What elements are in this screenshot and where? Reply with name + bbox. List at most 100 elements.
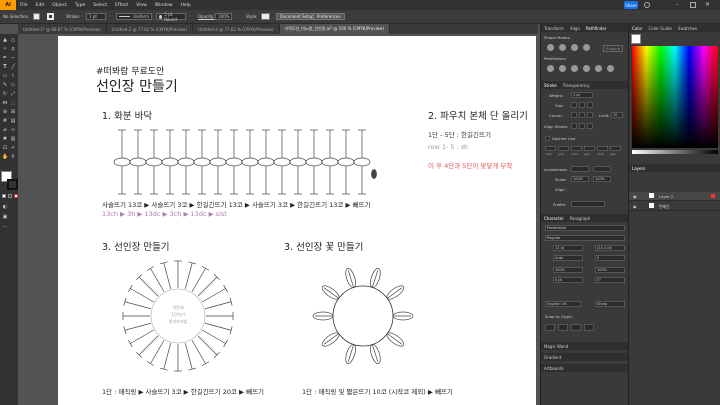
stroke-weight-field[interactable]: 1 pt (86, 13, 106, 20)
round-join-icon[interactable] (579, 112, 585, 118)
anti-aliasing-select[interactable]: Sharp (595, 301, 625, 307)
gradient-tool-icon[interactable]: ▤ (10, 118, 16, 124)
fill-swatch[interactable] (33, 13, 40, 20)
round-cap-icon[interactable] (579, 102, 585, 108)
pencil-icon[interactable]: ✎ (2, 82, 8, 88)
expand-button[interactable]: Expand (603, 45, 624, 52)
artboards-panel-header[interactable]: Artboards (541, 364, 628, 372)
rectangle-tool-icon[interactable]: ▭ (2, 73, 8, 79)
divide-icon[interactable] (547, 65, 554, 72)
selection-tool-icon[interactable]: ▲ (2, 37, 8, 43)
rotate-icon[interactable]: ↻ (2, 91, 8, 97)
font-family-select[interactable]: Pretendard (545, 225, 625, 231)
gap-field-1[interactable] (558, 146, 569, 151)
tab-color[interactable]: Color (629, 26, 645, 31)
font-style-select[interactable]: Regular (545, 235, 625, 241)
align-outside-icon[interactable] (587, 123, 593, 129)
curvature-tool-icon[interactable]: ∼ (10, 55, 16, 61)
doc-tab-2[interactable]: Untitled-2 @ 77.62 % (CMYK/Preview) (107, 24, 193, 34)
grayscale-ramp[interactable] (632, 150, 718, 154)
screen-mode-icon[interactable]: ▣ (2, 214, 8, 220)
tab-pathfinder[interactable]: Pathfinder (583, 26, 610, 31)
slice-icon[interactable]: ⌿ (10, 145, 16, 151)
graph-tool-icon[interactable]: ▥ (10, 136, 16, 142)
gap-field-2[interactable] (584, 146, 595, 151)
kerning-field[interactable]: Auto (553, 255, 583, 261)
minimize-icon[interactable]: – (676, 2, 679, 8)
doc-tab-active[interactable]: 기적도안_미뇨원_선인장.ai* @ 100 % (CMYK/Preview) (279, 24, 391, 34)
dash-field-3[interactable] (597, 146, 608, 151)
eyedropper-icon[interactable]: ⌀ (2, 127, 8, 133)
tab-swatches[interactable]: Swatches (675, 26, 700, 31)
symbol-sprayer-icon[interactable]: ✱ (2, 136, 8, 142)
hand-tool-icon[interactable]: ✋ (2, 154, 8, 160)
dashed-checkbox[interactable] (545, 136, 550, 141)
opacity-field[interactable]: 100% (215, 13, 232, 20)
mesh-icon[interactable]: # (2, 118, 8, 124)
magic-wand-icon[interactable]: ✧ (2, 46, 8, 52)
artboard-tool-icon[interactable]: ⊡ (2, 145, 8, 151)
leading-field[interactable]: (14.4 pt) (595, 245, 625, 251)
doc-tab-1[interactable]: Untitled-1* @ 66.67 % (CMYK/Preview) (18, 24, 107, 34)
language-select[interactable]: English: UK (545, 301, 581, 307)
eye-icon[interactable]: ◉ (633, 194, 637, 199)
type-tool-icon[interactable]: T (2, 64, 8, 70)
menu-object[interactable]: Object (48, 3, 71, 8)
tab-color-guide[interactable]: Color Guide (645, 26, 674, 31)
baseline-shift-field[interactable]: 0 pt (553, 277, 583, 283)
default-colors-icon[interactable] (2, 194, 6, 198)
menu-view[interactable]: View (132, 3, 151, 8)
scale-start-field[interactable]: 100% (571, 176, 589, 182)
exclude-icon[interactable] (583, 44, 590, 51)
tab-transform[interactable]: Transform (541, 26, 567, 31)
color-fill-preview[interactable] (631, 34, 641, 44)
bevel-join-icon[interactable] (587, 112, 593, 118)
close-icon[interactable]: ✕ (705, 1, 710, 8)
arrowhead-end-select[interactable] (593, 166, 611, 172)
intersect-icon[interactable] (571, 44, 578, 51)
arrowhead-start-select[interactable] (571, 166, 589, 172)
variable-width-profile[interactable]: Uniform (116, 13, 152, 20)
blend-icon[interactable]: ∞ (10, 127, 16, 133)
magic-wand-panel-header[interactable]: Magic Wand (541, 342, 628, 350)
shape-builder-icon[interactable]: ⊕ (2, 109, 8, 115)
stroke-color-icon[interactable] (7, 179, 18, 190)
minus-back-icon[interactable] (607, 65, 614, 72)
font-size-field[interactable]: 12 pt (553, 245, 583, 251)
doc-tab-3[interactable]: Untitled-3 @ 77.62 % (CMYK/Preview) (193, 24, 280, 34)
stroke-swatch[interactable] (47, 13, 54, 20)
zoom-tool-icon[interactable]: ⚲ (10, 154, 16, 160)
snap-xheight-icon[interactable] (558, 324, 568, 331)
snap-bounds-icon[interactable] (571, 324, 581, 331)
artboard[interactable]: #떠봐람 무료도안 선인장 만들기 1. 화분 바닥 사슬뜨기 13코 ▶ 사슬… (58, 36, 536, 405)
brush-definition[interactable]: 5 pt. Round (156, 12, 186, 22)
menu-effect[interactable]: Effect (111, 3, 132, 8)
gap-field-3[interactable] (610, 146, 621, 151)
tab-layers[interactable]: Layers (629, 166, 648, 171)
color-spectrum[interactable] (632, 46, 718, 148)
tab-transparency[interactable]: Transparency (560, 83, 593, 88)
menu-window[interactable]: Window (151, 3, 177, 8)
eye-icon[interactable]: ◉ (633, 204, 637, 209)
dash-field-2[interactable] (571, 146, 582, 151)
outline-icon[interactable] (595, 65, 602, 72)
menu-file[interactable]: File (16, 3, 32, 8)
weight-field[interactable]: 1 pt (571, 92, 593, 98)
tab-stroke[interactable]: Stroke (541, 83, 560, 88)
pen-tool-icon[interactable]: ✒ (2, 55, 8, 61)
tab-character[interactable]: Character (541, 216, 567, 221)
crop-icon[interactable] (583, 65, 590, 72)
gradient-swatch-icon[interactable] (8, 194, 12, 198)
style-swatch[interactable] (261, 13, 270, 20)
square-cap-icon[interactable] (587, 102, 593, 108)
butt-cap-icon[interactable] (571, 102, 577, 108)
character-rotation-field[interactable]: 0° (595, 277, 625, 283)
maximize-icon[interactable] (690, 2, 696, 8)
eraser-icon[interactable]: ◇ (10, 82, 16, 88)
tab-align[interactable]: Align (567, 26, 583, 31)
layer-row-2[interactable]: ◉ 번째선 (629, 202, 720, 211)
trim-icon[interactable] (559, 65, 566, 72)
paintbrush-icon[interactable]: ⌇ (10, 73, 16, 79)
snap-proximity-icon[interactable] (584, 324, 594, 331)
perspective-grid-icon[interactable]: ⊞ (10, 109, 16, 115)
